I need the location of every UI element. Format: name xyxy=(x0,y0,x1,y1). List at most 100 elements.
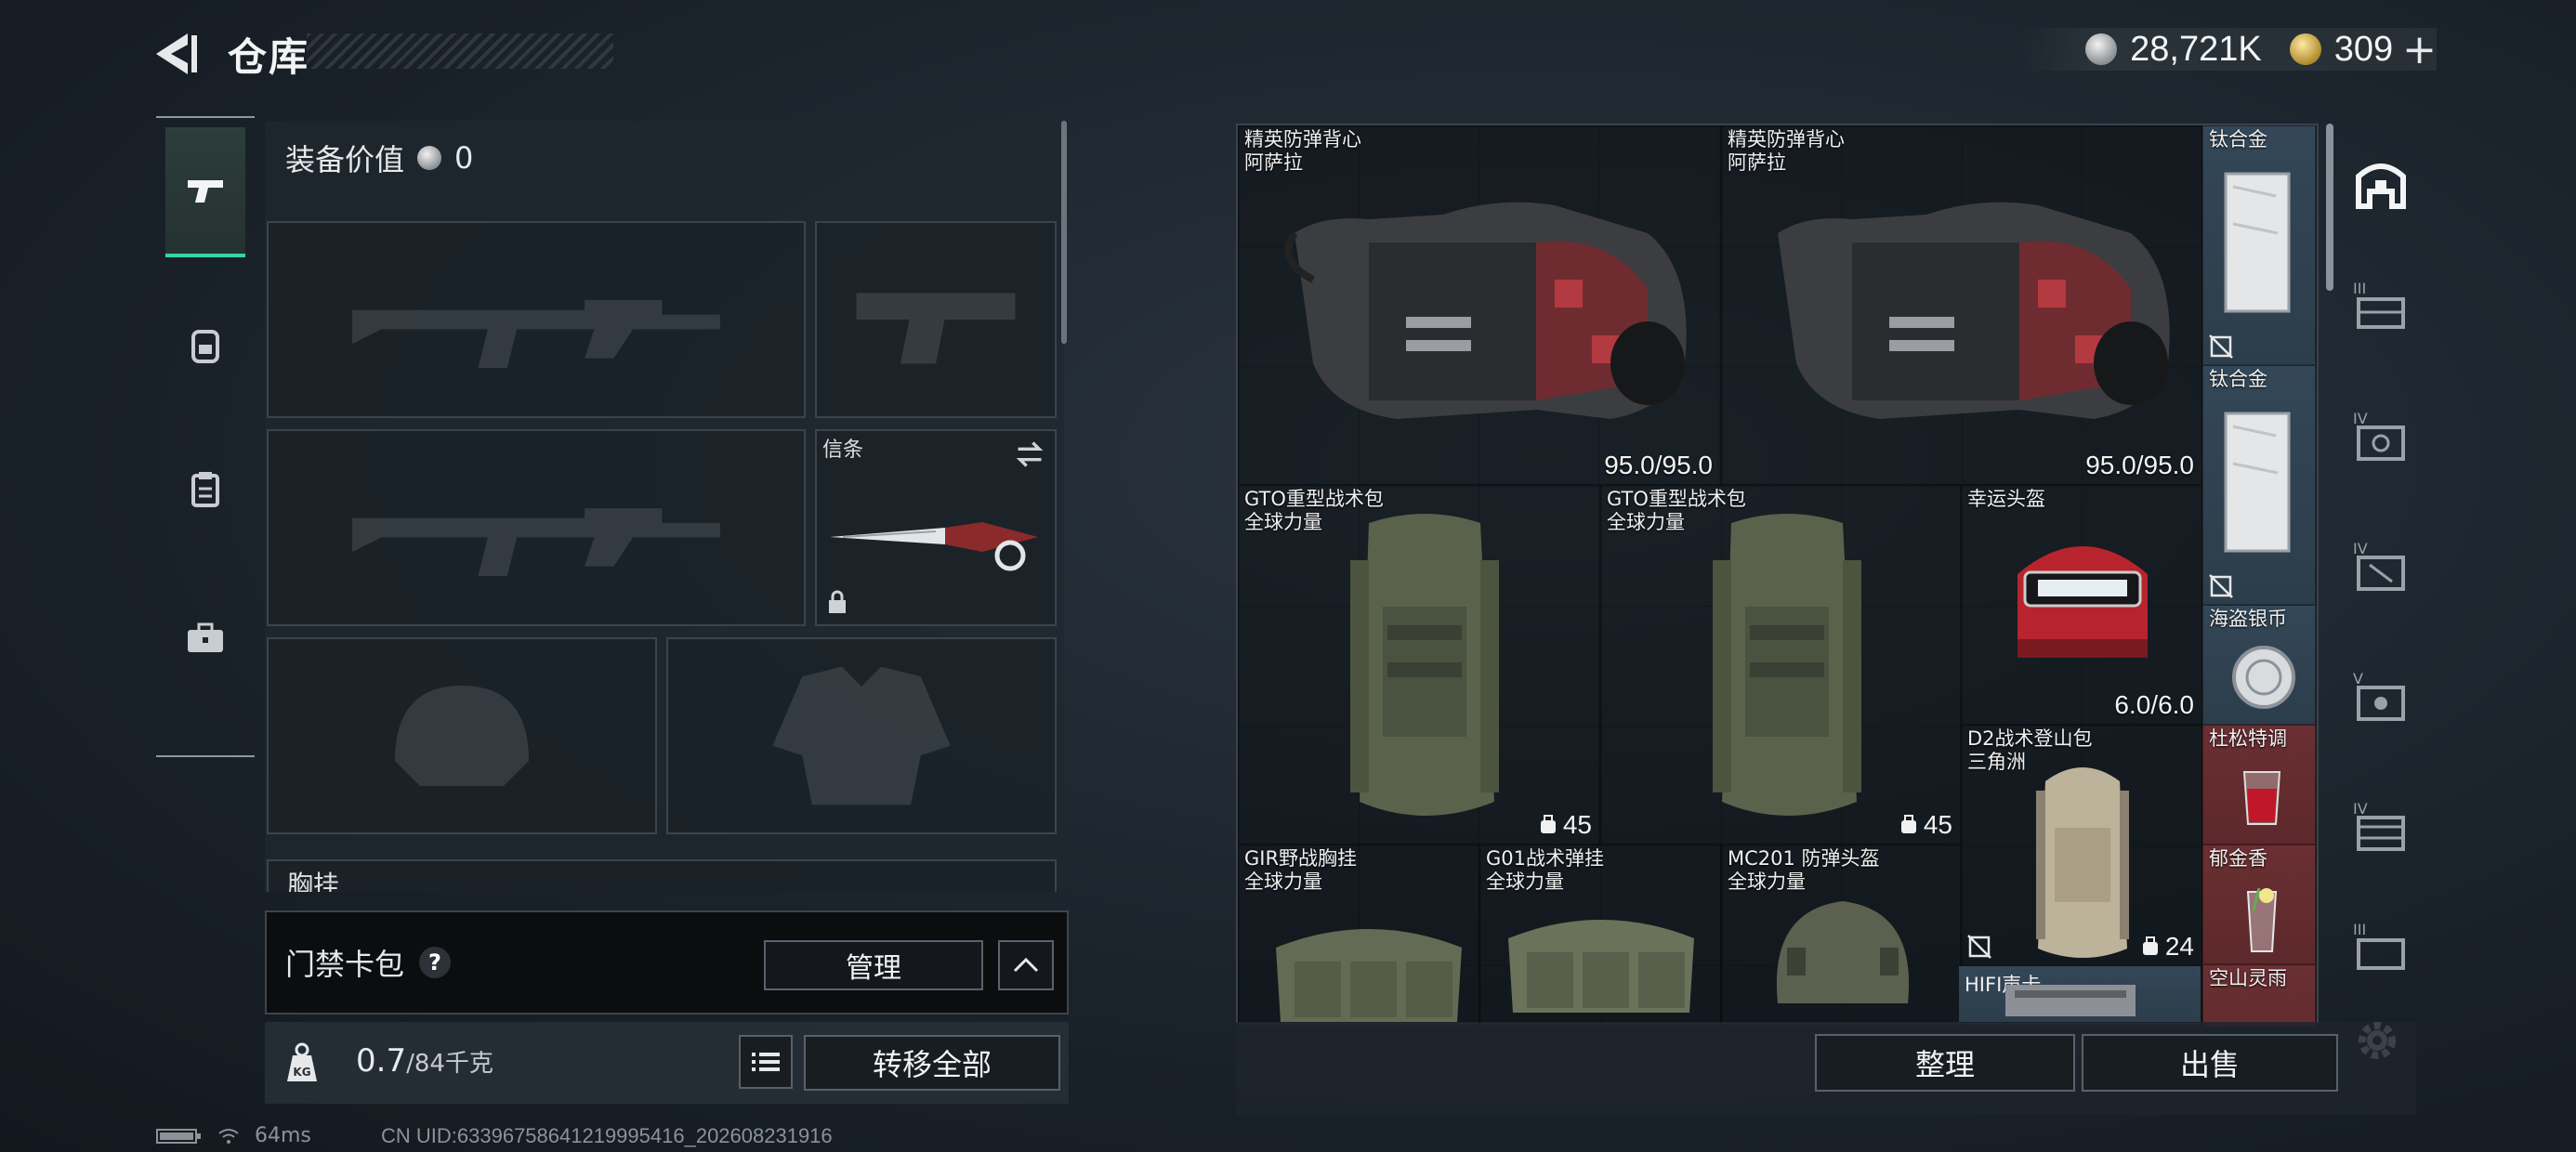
capacity-icon xyxy=(1900,815,1916,833)
storage-item-gto-bag-1[interactable]: GTO重型战术包 全球力量 45 xyxy=(1238,485,1600,844)
storage-item-gin-cocktail[interactable]: 杜松特调 xyxy=(2202,725,2316,844)
primary-weapon-slot-2[interactable] xyxy=(267,429,806,626)
silver-coin-icon xyxy=(2085,33,2118,65)
add-currency-button[interactable]: + xyxy=(2402,26,2437,73)
storage-item-lucky-helmet[interactable]: 幸运头盔 6.0/6.0 xyxy=(1961,485,2202,725)
item-durability: 95.0/95.0 xyxy=(2085,451,2194,479)
rifle-silhouette-icon xyxy=(352,300,720,369)
storage-scroll-thumb[interactable] xyxy=(2326,124,2333,291)
tab-clipboard[interactable] xyxy=(165,425,245,555)
primary-weapon-slot-1[interactable] xyxy=(267,221,806,418)
sell-button[interactable]: 出售 xyxy=(2082,1034,2338,1092)
category-rail xyxy=(156,116,255,757)
tab-storage-iii-1[interactable]: III xyxy=(2351,277,2411,336)
keycard-label: 门禁卡包 xyxy=(285,947,405,982)
item-capacity: 45 xyxy=(1539,810,1592,840)
storage-item-hifi-sound-card[interactable]: HIFI声卡 xyxy=(1959,966,2201,1022)
tab-storage-iii-2[interactable]: III xyxy=(2351,918,2411,977)
item-name: GTO重型战术包 全球力量 xyxy=(1244,488,1384,533)
equipment-value-label: 装备价值 xyxy=(285,142,405,177)
armor-slot[interactable] xyxy=(666,637,1057,834)
equipment-scroll-thumb[interactable] xyxy=(1061,121,1067,344)
equipment-value: 0 xyxy=(454,140,474,176)
svg-text:KG: KG xyxy=(293,1066,310,1079)
storage-safe-icon: IV xyxy=(2353,410,2405,461)
item-name: GIR野战胸挂 全球力量 xyxy=(1244,847,1358,893)
back-button[interactable] xyxy=(149,26,204,82)
sort-button[interactable]: 整理 xyxy=(1815,1034,2075,1092)
pistol-slot[interactable] xyxy=(815,221,1057,418)
list-view-button[interactable] xyxy=(739,1035,793,1089)
battery-icon xyxy=(156,1128,201,1144)
melee-slot[interactable]: 信条 xyxy=(815,429,1057,626)
tab-toolbox[interactable] xyxy=(165,573,245,703)
list-icon xyxy=(752,1053,780,1071)
storage-grid: 精英防弹背心 阿萨拉 95.0/95.0 精英防弹背心 阿萨拉 95.0/95.… xyxy=(1236,124,2319,1027)
svg-text:III: III xyxy=(2353,921,2366,938)
silver-currency-value: 28,721K xyxy=(2130,29,2262,69)
manage-button[interactable]: 管理 xyxy=(764,940,983,990)
tab-backpack[interactable] xyxy=(165,281,245,411)
vest-image xyxy=(1284,202,1687,419)
item-name: 杜松特调 xyxy=(2209,727,2287,750)
help-icon[interactable]: ? xyxy=(419,947,452,978)
item-name: MC201 防弹头盔 全球力量 xyxy=(1728,847,1880,893)
storage-item-titanium-1[interactable]: 钛合金 xyxy=(2202,125,2316,365)
weight-bar: KG 0.7/84千克 转移全部 xyxy=(265,1022,1069,1104)
backpack-icon xyxy=(191,330,219,363)
item-name: G01战术弹挂 全球力量 xyxy=(1486,847,1604,893)
weight-current: 0.7 xyxy=(356,1042,407,1080)
capacity-icon xyxy=(2142,936,2158,955)
item-name: 海盗银币 xyxy=(2209,608,2287,630)
storage-item-vest-1[interactable]: 精英防弹背心 阿萨拉 95.0/95.0 xyxy=(1238,125,1721,485)
cocktail-image xyxy=(2242,771,2281,825)
storage-item-gir-chest-rig[interactable]: GIR野战胸挂 全球力量 xyxy=(1238,844,1479,1027)
storage-item-mc201-helmet[interactable]: MC201 防弹头盔 全球力量 xyxy=(1721,844,1961,1027)
equipment-scrollbar[interactable] xyxy=(1059,121,1069,892)
storage-item-vest-2[interactable]: 精英防弹背心 阿萨拉 95.0/95.0 xyxy=(1721,125,2202,485)
chest-rig-label: 胸挂 xyxy=(287,870,340,892)
tab-weapons[interactable] xyxy=(165,127,245,257)
item-name: 郁金香 xyxy=(2209,847,2267,870)
storage-item-gto-bag-2[interactable]: GTO重型战术包 全球力量 45 xyxy=(1600,485,1961,844)
storage-cabinet-icon: IV xyxy=(2353,800,2405,851)
title-decoration xyxy=(307,33,613,69)
item-durability: 95.0/95.0 xyxy=(1604,451,1713,479)
helmet-slot[interactable] xyxy=(267,637,657,834)
storage-crate-icon: III xyxy=(2353,280,2405,329)
storage-home-icon xyxy=(2356,164,2406,209)
gold-currency-value: 309 xyxy=(2333,29,2394,69)
tab-storage-v[interactable]: V xyxy=(2351,667,2411,727)
ping-value: 64ms xyxy=(255,1124,311,1147)
transfer-all-button[interactable]: 转移全部 xyxy=(804,1035,1060,1091)
storage-locker-icon: IV xyxy=(2353,540,2405,591)
status-bar: 64ms xyxy=(156,1124,311,1147)
tab-storage-iv-2[interactable]: IV xyxy=(2351,537,2411,596)
tab-storage-iv-3[interactable]: IV xyxy=(2351,797,2411,857)
item-name: D2战术登山包 三角洲 xyxy=(1967,727,2093,773)
storage-tabs: III IV IV V IV III xyxy=(2344,128,2418,970)
weight-icon: KG xyxy=(287,1042,317,1081)
tab-storage-home[interactable] xyxy=(2351,154,2411,214)
storage-item-titanium-2[interactable]: 钛合金 xyxy=(2202,365,2316,605)
item-name: GTO重型战术包 全球力量 xyxy=(1607,488,1746,533)
backpack-image xyxy=(2036,767,2129,958)
chest-rig-image xyxy=(1276,929,1462,1022)
storage-scrollbar[interactable] xyxy=(2326,124,2333,1025)
keycard-bar: 门禁卡包 ? 管理 xyxy=(265,910,1069,1015)
storage-item-tulip-cocktail[interactable]: 郁金香 xyxy=(2202,844,2316,964)
chest-rig-slot[interactable]: 胸挂 xyxy=(267,859,1057,892)
storage-item-pirate-coin[interactable]: 海盗银币 xyxy=(2202,605,2316,725)
toolbox-icon xyxy=(188,622,223,652)
user-uid: CN UID:6339675864121999541​6_20260823191… xyxy=(381,1124,833,1147)
swap-icon[interactable] xyxy=(1014,439,1045,470)
storage-item-rain-cocktail[interactable]: 空山灵雨 xyxy=(2202,964,2316,1027)
armor-silhouette-icon xyxy=(772,666,951,805)
silver-coin-icon xyxy=(417,146,442,170)
item-name: 精英防弹背心 阿萨拉 xyxy=(1728,128,1845,174)
storage-item-g01-rig[interactable]: G01战术弹挂 全球力量 xyxy=(1479,844,1721,1027)
expand-button[interactable] xyxy=(998,940,1054,990)
weight-max: /84千克 xyxy=(406,1050,493,1078)
equipment-panel: 装备价值 0 信条 胸挂 xyxy=(265,121,1064,892)
tab-storage-iv-1[interactable]: IV xyxy=(2351,407,2411,466)
